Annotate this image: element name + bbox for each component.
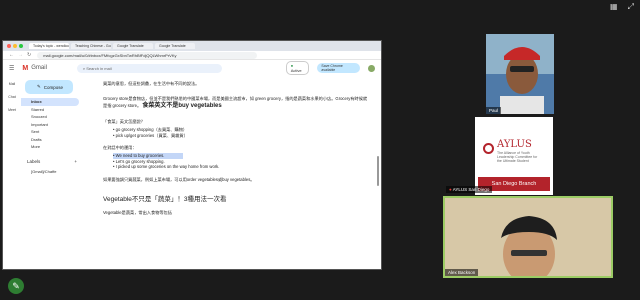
participant-video-aylus[interactable]: AYLUS The Alliance of Youth Leadership C… [475, 117, 553, 195]
gmail-m-icon: M [22, 64, 29, 72]
avatar[interactable] [368, 64, 375, 72]
scrollbar[interactable] [377, 156, 379, 186]
aylus-subtitle: The Alliance of Youth Leadership Committ… [497, 151, 538, 163]
minimize-dot[interactable] [13, 44, 17, 48]
label-item[interactable]: [Gmail]/Chaffe [21, 168, 85, 176]
example-list: • We need to buy groceries. • Let's go g… [113, 153, 369, 170]
status-label: Active [290, 68, 302, 73]
sidebar-item-inbox[interactable]: Inbox [21, 98, 79, 106]
email-question: 「食菜」英文怎麼說？ [103, 119, 145, 124]
chrome-prompt[interactable]: Save Chrome available [317, 63, 361, 73]
add-label-icon[interactable]: + [74, 159, 77, 164]
participant-photo [445, 198, 611, 276]
participant-name-label: AYLUS San Diego [452, 187, 490, 192]
url-field[interactable]: mail.google.com/mail/u/0/#inbox/FMfcgzGx… [37, 51, 258, 59]
compose-button[interactable]: ✎ Compose [25, 80, 73, 94]
sidebar-item-starred[interactable]: Starred [21, 106, 85, 114]
reload-icon[interactable]: ↻ [27, 52, 31, 58]
close-dot[interactable] [7, 44, 11, 48]
gmail-logo[interactable]: M Gmail [22, 65, 47, 72]
search-placeholder: Search in mail [86, 65, 112, 71]
participant-name: ● AYLUS San Diego [446, 186, 493, 193]
participant-name: Paul [486, 107, 502, 114]
browser-tabbar: Today's topic - wendiochem Teaching Chin… [3, 41, 381, 51]
pencil-icon: ✎ [37, 84, 41, 89]
labels-title: Labels [27, 158, 41, 164]
address-bar: ← → ↻ mail.google.com/mail/u/0/#inbox/FM… [3, 51, 381, 60]
fullscreen-icon[interactable]: ⤢ [628, 2, 634, 12]
forward-icon[interactable]: → [18, 52, 23, 58]
app-rail: Mail Chat Meet [3, 76, 21, 269]
pencil-annotate-icon[interactable]: ✎ [8, 278, 24, 294]
sidebar-item-sent[interactable]: Sent [21, 128, 85, 136]
aylus-title: AYLUS [497, 139, 532, 150]
rail-meet[interactable]: Meet [8, 108, 16, 112]
view-icon[interactable]: ▦ [610, 2, 618, 12]
participant-name: Alex Backson [445, 269, 479, 276]
email-note: 如果要強調只買蔬菜，例如上菜市場，可以用order vegetables或buy… [103, 176, 255, 182]
aylus-logo-icon [483, 143, 494, 154]
list-item: • pick up/get groceries（買菜、買雜貨） [113, 132, 188, 138]
rail-chat[interactable]: Chat [8, 95, 15, 99]
maximize-dot[interactable] [19, 44, 23, 48]
participant-video-alex[interactable]: Alex Backson [443, 196, 613, 278]
sidebar-item-more[interactable]: More [21, 143, 85, 151]
window-controls [7, 44, 23, 48]
top-controls: ▦ ⤢ [610, 2, 634, 12]
sidebar-item-important[interactable]: Important [21, 121, 85, 129]
tab-2[interactable]: Teaching Chinese - Google Docs [71, 43, 111, 49]
email-paragraph: Grocery store是食物店，但並不是我們熟悉的中國菜市場，而是美國主流超… [103, 95, 369, 110]
tab-1[interactable]: Today's topic - wendiochem [29, 43, 69, 49]
participant-photo [486, 34, 554, 114]
example-header: 在對話中的運用： [103, 145, 137, 150]
tab-3[interactable]: Google Translate [113, 43, 153, 49]
tab-4[interactable]: Google Translate [155, 43, 195, 49]
status-dropdown[interactable]: ● Active [285, 61, 310, 75]
sidebar-item-drafts[interactable]: Drafts [21, 136, 85, 144]
gmail-brand: Gmail [31, 65, 47, 71]
labels-header: Labels + [21, 159, 85, 164]
email-line: 買菜的意思，但這些詞彙，在生活中有不同的說法。 [103, 81, 200, 86]
shared-screen: Today's topic - wendiochem Teaching Chin… [2, 40, 382, 270]
rail-mail[interactable]: Mail [9, 82, 15, 86]
sidebar-item-snoozed[interactable]: Snoozed [21, 113, 85, 121]
email-body: 買菜的意思，但這些詞彙，在生活中有不同的說法。 Grocery store是食物… [85, 76, 381, 269]
compose-label: Compose [43, 84, 64, 90]
phrase-list: • go grocery shopping（去買菜、購物） • pick up/… [113, 127, 369, 138]
search-input[interactable]: ⌕ Search in mail [76, 63, 222, 73]
gmail-header: ☰ M Gmail ⌕ Search in mail ● Active Save … [3, 60, 381, 76]
menu-icon[interactable]: ☰ [9, 65, 14, 72]
email-line: Vegetable是蔬菜，常出入食物等包括 [103, 209, 172, 215]
back-icon[interactable]: ← [9, 52, 14, 58]
gmail-sidebar: ✎ Compose Inbox Starred Snoozed Important… [21, 76, 85, 269]
participant-video-paul[interactable]: Paul [486, 34, 554, 114]
email-heading: Vegetable不只是「蔬菜」！3種用法一次看 [103, 195, 227, 203]
list-item: • I picked up some groceries on the way … [113, 164, 220, 169]
email-emphasis: 食菜英文不是buy vegetables [142, 103, 222, 109]
